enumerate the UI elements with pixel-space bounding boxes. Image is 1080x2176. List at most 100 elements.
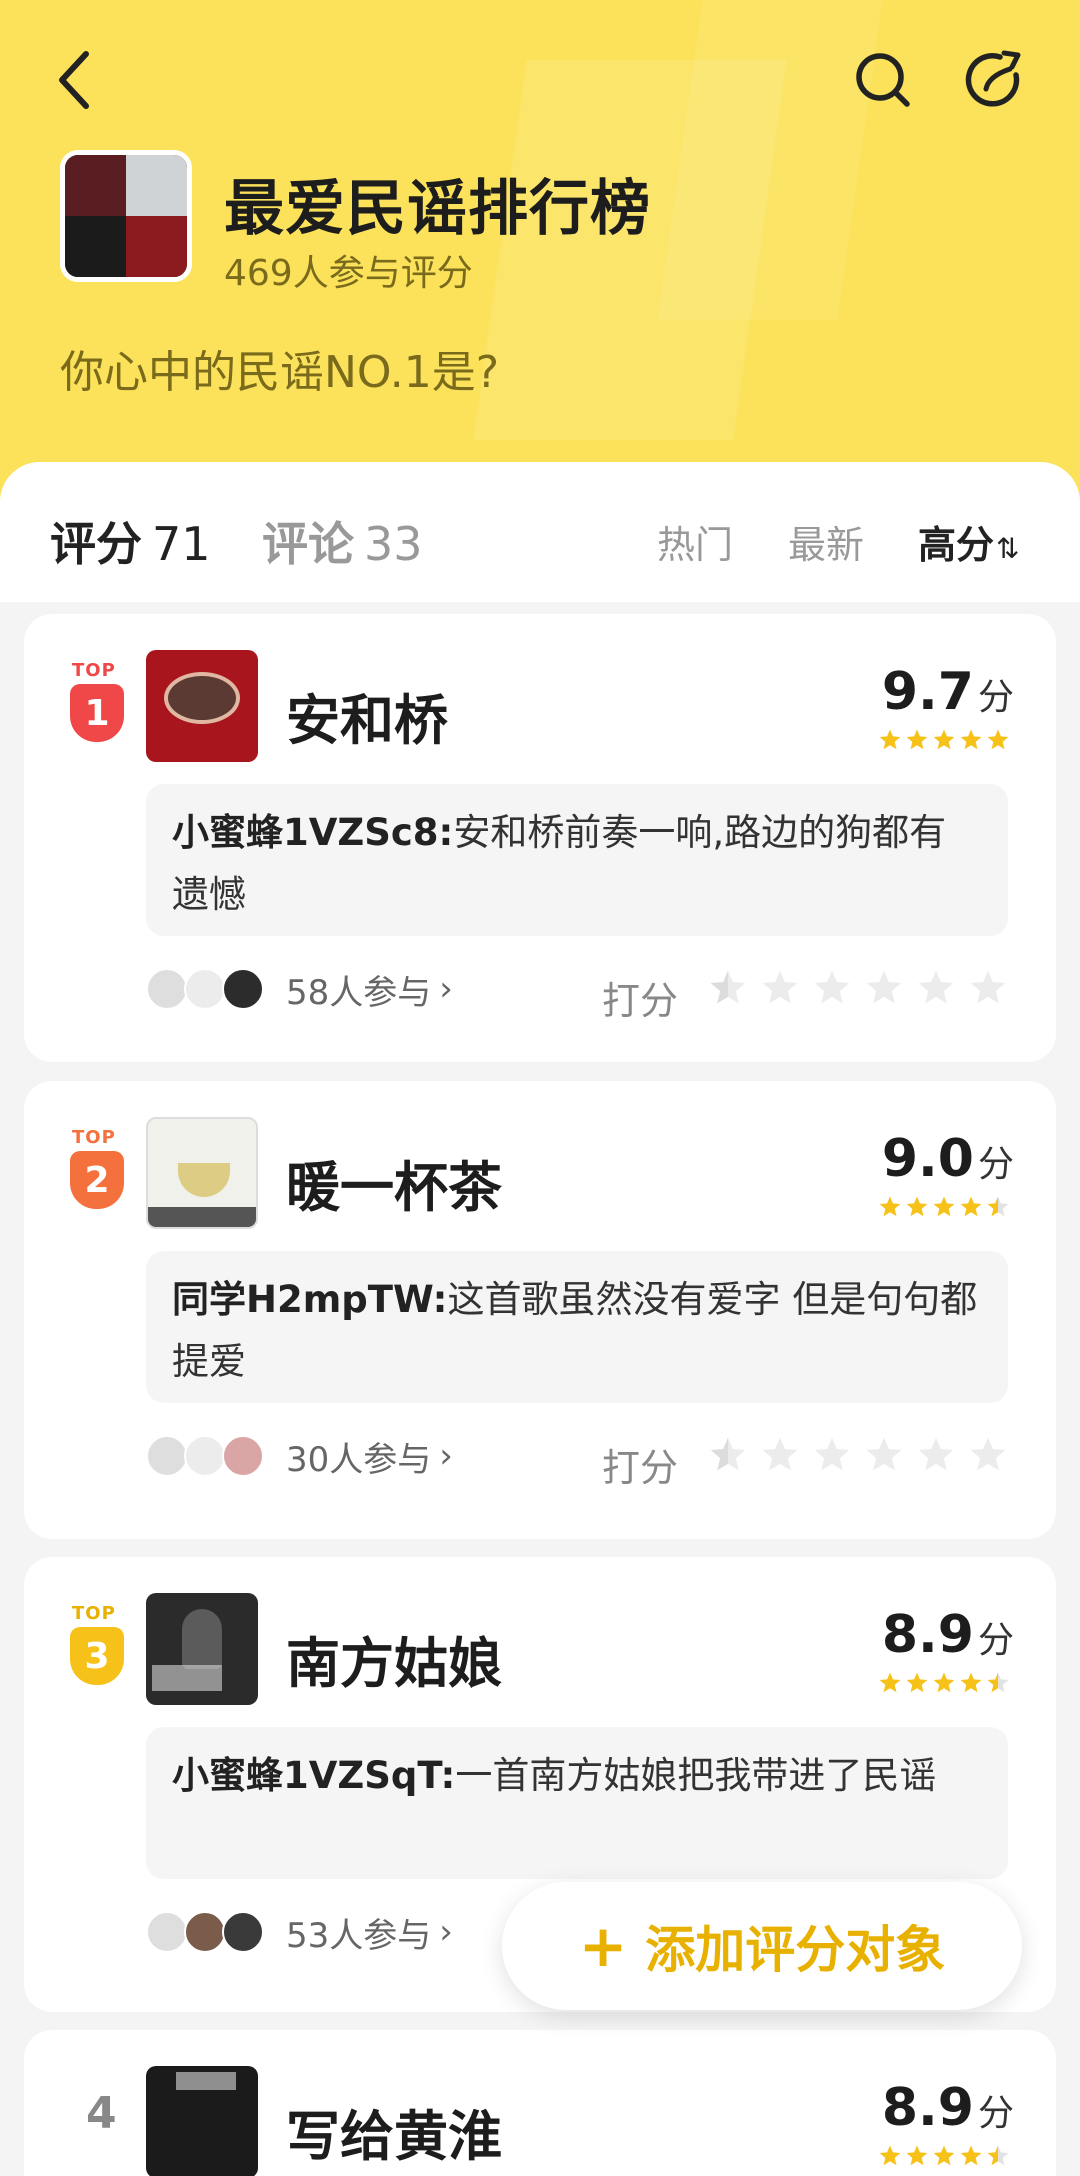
share-icon bbox=[965, 50, 1021, 107]
sort-hot[interactable]: 热门 bbox=[657, 514, 733, 569]
star-icon bbox=[933, 729, 955, 750]
tab-rating-label: 评分 bbox=[50, 517, 142, 571]
average-stars bbox=[878, 728, 1010, 752]
star-icon bbox=[879, 1196, 901, 1217]
rank-number: 3 bbox=[70, 1627, 124, 1685]
tab-comments-count: 33 bbox=[364, 517, 423, 571]
sort-high-label: 高分 bbox=[918, 523, 995, 567]
star-icon bbox=[970, 970, 1006, 1004]
song-score: 8.9 分 bbox=[882, 2078, 1014, 2138]
page-title: 最爱民谣排行榜 bbox=[224, 174, 651, 244]
participants-link[interactable]: 30人参与 › bbox=[146, 1431, 453, 1481]
song-title: 安和桥 bbox=[286, 689, 448, 752]
song-score: 9.7 分 bbox=[882, 662, 1014, 722]
comment-text: 一首南方姑娘把我带进了民谣 bbox=[455, 1754, 937, 1797]
average-stars bbox=[878, 2144, 1010, 2168]
list-cover-image bbox=[60, 150, 192, 282]
ranking-card[interactable]: TOP 1 安和桥 9.7 分 小蜜蜂1VZSc8:安和桥前奏一响,路边的狗都有遗… bbox=[24, 614, 1056, 1062]
star-icon bbox=[933, 1196, 955, 1217]
average-stars bbox=[878, 1671, 1010, 1695]
avatar bbox=[146, 968, 188, 1010]
star-icon bbox=[710, 970, 746, 1004]
star-icon bbox=[906, 1196, 928, 1217]
rank-number: 2 bbox=[70, 1151, 124, 1209]
comment-user: 小蜜蜂1VZSc8: bbox=[172, 811, 454, 854]
star-icon bbox=[960, 729, 982, 750]
chevron-right-icon: › bbox=[439, 1912, 453, 1952]
star-icon bbox=[970, 1437, 1006, 1471]
star-icon bbox=[987, 729, 1009, 750]
star-icon bbox=[960, 1196, 982, 1217]
star-icon bbox=[933, 1672, 955, 1693]
back-button[interactable] bbox=[34, 40, 114, 120]
rank-number: 1 bbox=[70, 684, 124, 742]
score-unit: 分 bbox=[977, 2093, 1014, 2134]
star-icon bbox=[879, 2145, 901, 2166]
rank-badge: TOP 1 bbox=[68, 660, 128, 742]
participants-count: 53人参与 bbox=[286, 1915, 432, 1956]
star-icon bbox=[918, 970, 954, 1004]
tab-rating[interactable]: 评分 71 bbox=[50, 508, 211, 574]
avatar bbox=[222, 968, 264, 1010]
comment-user: 小蜜蜂1VZSqT: bbox=[172, 1754, 456, 1797]
rate-label: 打分 bbox=[602, 1446, 679, 1490]
song-cover bbox=[146, 2066, 258, 2176]
chevron-right-icon: › bbox=[439, 969, 453, 1009]
star-icon bbox=[710, 1437, 746, 1471]
participants-link[interactable]: 58人参与 › bbox=[146, 964, 453, 1014]
song-title: 暖一杯茶 bbox=[286, 1156, 502, 1219]
avatar bbox=[184, 1911, 226, 1953]
chevron-left-icon bbox=[59, 51, 89, 109]
star-icon bbox=[762, 1437, 798, 1471]
score-value: 9.7 bbox=[881, 662, 974, 722]
share-button[interactable] bbox=[955, 40, 1035, 120]
star-icon bbox=[906, 729, 928, 750]
star-icon bbox=[866, 1437, 902, 1471]
rate-stars[interactable] bbox=[708, 1435, 1008, 1475]
rank-badge: TOP 3 bbox=[68, 1603, 128, 1685]
sort-high-score[interactable]: 高分⇅ bbox=[918, 514, 1019, 569]
top-label: TOP bbox=[72, 660, 116, 681]
rate-label: 打分 bbox=[602, 979, 679, 1023]
star-icon bbox=[814, 1437, 850, 1471]
song-cover bbox=[146, 1593, 258, 1705]
plus-icon: + bbox=[578, 1912, 628, 1980]
star-icon bbox=[918, 1437, 954, 1471]
rank-number: 4 bbox=[86, 2088, 117, 2139]
tab-rating-count: 71 bbox=[152, 517, 211, 571]
star-icon bbox=[987, 2145, 1009, 2166]
star-icon bbox=[879, 729, 901, 750]
avatar bbox=[184, 1435, 226, 1477]
comment-user: 同学H2mpTW: bbox=[172, 1278, 448, 1321]
avatar bbox=[146, 1435, 188, 1477]
sort-order-icon: ⇅ bbox=[996, 532, 1020, 565]
add-rating-object-button[interactable]: + 添加评分对象 bbox=[502, 1882, 1022, 2010]
tab-comments-label: 评论 bbox=[262, 517, 354, 571]
ranking-card[interactable]: TOP 2 暖一杯茶 9.0 分 同学H2mpTW:这首歌虽然没有爱字 但是句句都… bbox=[24, 1081, 1056, 1539]
avatar bbox=[222, 1911, 264, 1953]
rate-stars[interactable] bbox=[708, 968, 1008, 1008]
search-button[interactable] bbox=[843, 40, 923, 120]
top-comment[interactable]: 小蜜蜂1VZSc8:安和桥前奏一响,路边的狗都有遗憾 bbox=[146, 784, 1008, 936]
avatar bbox=[222, 1435, 264, 1477]
ranking-card[interactable]: 4 写给黄淮 8.9 分 bbox=[24, 2030, 1056, 2176]
top-label: TOP bbox=[72, 1603, 116, 1624]
star-icon bbox=[866, 970, 902, 1004]
score-unit: 分 bbox=[977, 1144, 1014, 1185]
sort-newest[interactable]: 最新 bbox=[788, 514, 864, 569]
song-title: 南方姑娘 bbox=[286, 1632, 502, 1695]
top-label: TOP bbox=[72, 1127, 116, 1148]
search-icon bbox=[856, 53, 910, 107]
participants-link[interactable]: 53人参与 › bbox=[146, 1907, 453, 1957]
top-comment[interactable]: 小蜜蜂1VZSqT:一首南方姑娘把我带进了民谣 bbox=[146, 1727, 1008, 1879]
song-title: 写给黄淮 bbox=[286, 2105, 502, 2168]
average-stars bbox=[878, 1195, 1010, 1219]
star-icon bbox=[814, 970, 850, 1004]
chevron-right-icon: › bbox=[439, 1436, 453, 1476]
tab-comments[interactable]: 评论 33 bbox=[262, 508, 423, 574]
star-icon bbox=[762, 970, 798, 1004]
participant-count: 469人参与评分 bbox=[224, 253, 473, 294]
top-comment[interactable]: 同学H2mpTW:这首歌虽然没有爱字 但是句句都提爱 bbox=[146, 1251, 1008, 1403]
star-icon bbox=[906, 2145, 928, 2166]
star-icon bbox=[987, 1196, 1009, 1217]
